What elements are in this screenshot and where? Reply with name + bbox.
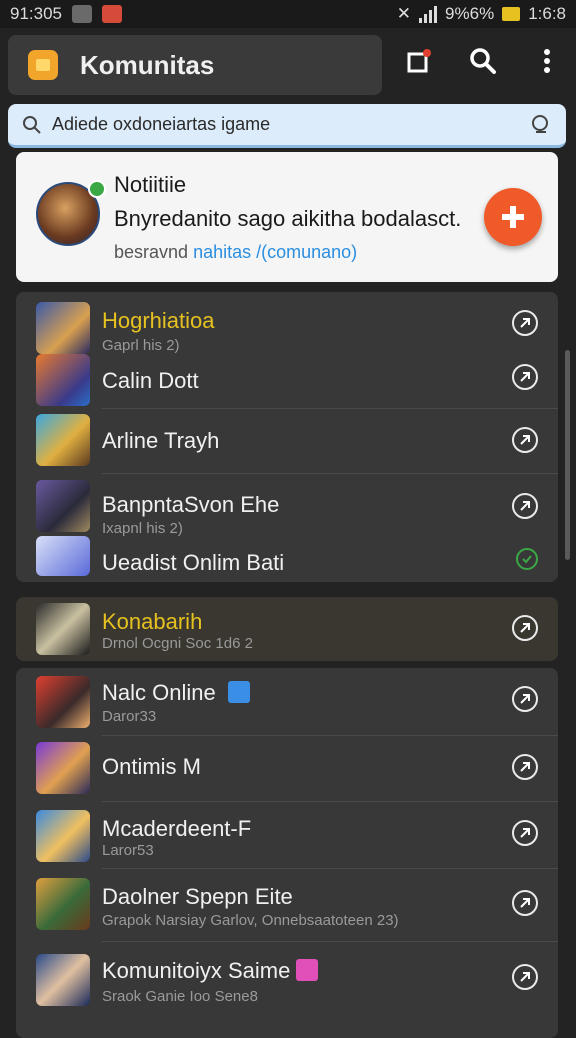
mute-icon: ✕ <box>396 4 412 23</box>
verified-badge-icon <box>227 681 250 703</box>
community-thumbnail <box>36 480 90 532</box>
community-name[interactable]: Komunitoiyx Saime <box>102 958 319 984</box>
community-subtitle: Ixapnl his 2) <box>102 520 183 537</box>
search-placeholder: Adiede oxdoneiartas igame <box>52 114 271 134</box>
status-time-left: 91:305 <box>10 4 62 23</box>
title-box: Komunitas <box>8 35 382 95</box>
search-icon <box>23 115 41 134</box>
app-notification-icon <box>102 5 122 23</box>
community-thumbnail <box>36 302 90 354</box>
community-name[interactable]: Arline Trayh <box>102 428 219 454</box>
community-list-group-2[interactable]: Konabarih Drnol Ocgni Soc 1d6 2 <box>16 597 558 661</box>
page-title: Komunitas <box>80 49 215 80</box>
notifications-button[interactable] <box>404 46 434 76</box>
open-community-icon[interactable] <box>512 964 538 990</box>
divider <box>102 408 558 409</box>
search-submit-icon[interactable] <box>530 114 552 136</box>
community-name[interactable]: Hogrhiatioa <box>102 308 215 334</box>
community-list-group-1: Hogrhiatioa Gaprl his 2) Calin Dott Arli… <box>16 292 558 582</box>
gallery-notification-icon <box>72 5 92 23</box>
search-button[interactable] <box>468 46 498 76</box>
community-name[interactable]: Ontimis M <box>102 754 201 780</box>
community-subtitle: Gaprl his 2) <box>102 337 180 354</box>
notification-title: Notiitiie <box>114 172 187 197</box>
open-community-icon[interactable] <box>512 754 538 780</box>
community-name[interactable]: Calin Dott <box>102 368 199 394</box>
community-thumbnail <box>36 354 90 406</box>
community-subtitle: Sraok Ganie Ioo Sene8 <box>102 988 258 1005</box>
community-subtitle: Drnol Ocgni Soc 1d6 2 <box>102 635 253 652</box>
open-community-icon[interactable] <box>512 493 538 519</box>
open-community-icon[interactable] <box>512 364 538 390</box>
overflow-menu-button[interactable] <box>532 46 562 76</box>
sparkle-badge-icon <box>296 959 319 981</box>
signal-icon <box>419 5 438 23</box>
add-button[interactable] <box>484 188 542 246</box>
open-community-icon[interactable] <box>512 427 538 453</box>
community-thumbnail <box>36 810 90 862</box>
battery-percent: 9%6% <box>445 4 495 23</box>
divider <box>102 473 558 474</box>
community-thumbnail <box>36 603 90 655</box>
app-bar: Komunitas <box>0 28 576 102</box>
joined-check-icon[interactable] <box>516 548 538 570</box>
divider <box>102 735 558 736</box>
notification-meta: besravnd nahitas /(comunano) <box>114 242 357 263</box>
divider <box>102 941 558 942</box>
notification-box-icon <box>407 49 431 73</box>
community-name-text: Nalc Online <box>102 680 216 705</box>
community-thumbnail <box>36 536 90 576</box>
search-icon <box>470 48 496 74</box>
notification-link-prefix: besravnd <box>114 242 189 262</box>
community-thumbnail <box>36 878 90 930</box>
open-community-icon[interactable] <box>512 890 538 916</box>
battery-icon <box>502 7 521 21</box>
more-vertical-icon <box>544 49 550 73</box>
divider <box>102 801 558 802</box>
notification-card[interactable]: Notiitiie Bnyredanito sago aikitha bodal… <box>16 152 558 282</box>
search-input[interactable]: Adiede oxdoneiartas igame <box>8 104 566 148</box>
open-community-icon[interactable] <box>512 310 538 336</box>
community-name[interactable]: Daolner Spepn Eite <box>102 884 293 910</box>
community-thumbnail <box>36 742 90 794</box>
status-time-right: 1:6:8 <box>528 4 566 23</box>
status-bar: 91:305 ✕ 9%6% 1:6:8 <box>0 0 576 28</box>
community-subtitle: Daror33 <box>102 708 157 725</box>
community-name[interactable]: Nalc Online <box>102 680 250 706</box>
open-community-icon[interactable] <box>512 615 538 641</box>
community-thumbnail <box>36 676 90 728</box>
community-name[interactable]: Mcaderdeent-F <box>102 816 251 842</box>
community-name-text: Komunitoiyx Saime <box>102 958 291 983</box>
scrollbar[interactable] <box>565 350 570 560</box>
app-logo-icon <box>28 50 58 80</box>
plus-icon <box>502 206 524 228</box>
notification-link[interactable]: nahitas /(comunano) <box>193 242 357 262</box>
community-list-group-3: Nalc Online Daror33 Ontimis M Mcaderdeen… <box>16 668 558 1038</box>
community-name[interactable]: Konabarih <box>102 609 202 635</box>
open-community-icon[interactable] <box>512 820 538 846</box>
notification-body: Bnyredanito sago aikitha bodalasct. <box>114 206 462 231</box>
online-badge-icon <box>88 180 106 198</box>
community-subtitle: Laror53 <box>102 842 154 859</box>
open-community-icon[interactable] <box>512 686 538 712</box>
divider <box>102 868 558 869</box>
community-thumbnail <box>36 954 90 1006</box>
community-name[interactable]: BanpntaSvon Ehe <box>102 492 279 518</box>
community-thumbnail <box>36 414 90 466</box>
community-subtitle: Grapok Narsiay Garlov, Onnebsaatoteen 23… <box>102 912 399 929</box>
community-name[interactable]: Ueadist Onlim Bati <box>102 550 284 576</box>
